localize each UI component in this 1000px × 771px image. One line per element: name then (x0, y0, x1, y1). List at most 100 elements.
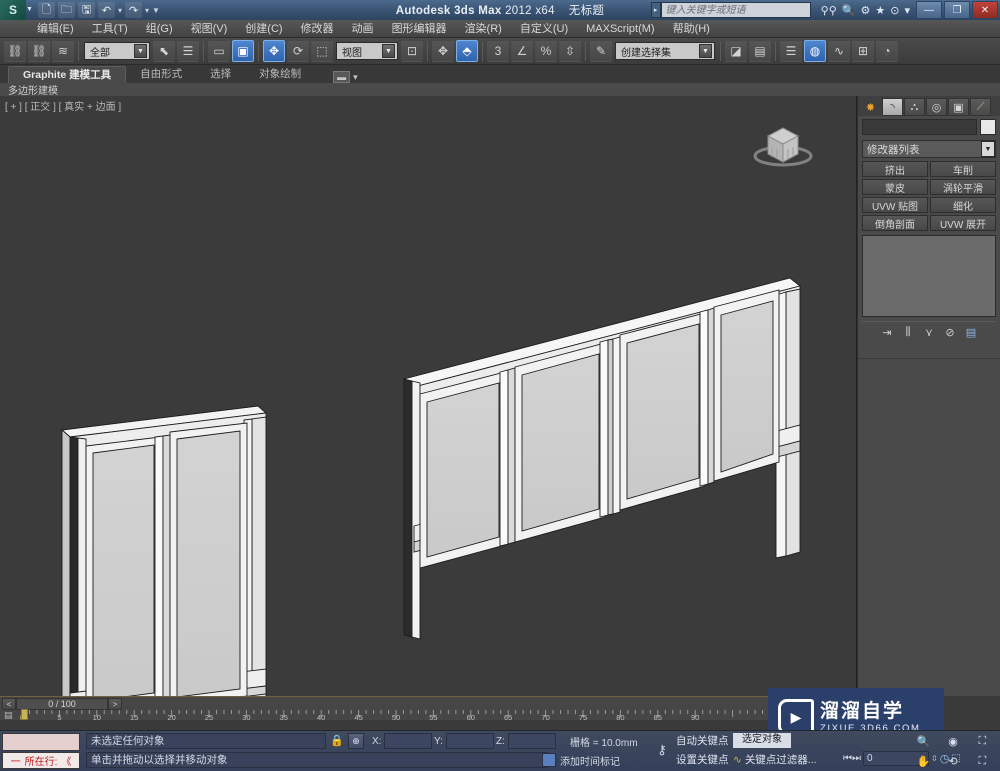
close-button[interactable]: ✕ (972, 1, 998, 19)
hierarchy-tab[interactable]: ⛬ (904, 98, 925, 116)
create-tab[interactable]: ✸ (860, 98, 881, 116)
customize-qat-icon[interactable]: ▼ (152, 6, 160, 15)
orbit-icon[interactable]: ⟲ (939, 752, 966, 770)
undo-icon[interactable]: ↶ (98, 2, 115, 18)
pan-view-icon[interactable]: ✋ (910, 752, 937, 770)
search-input[interactable]: 键入关键字或短语 (660, 2, 811, 18)
redo-icon[interactable]: ↷ (125, 2, 143, 18)
select-object-icon[interactable]: ⬉ (153, 40, 175, 62)
chevron-down-icon[interactable]: ▼ (699, 44, 712, 58)
new-file-icon[interactable]: 🗋 (38, 2, 55, 18)
reference-coordinate-system-dropdown[interactable]: 视图 ▼ (336, 42, 398, 60)
selection-lock-icon[interactable]: 🔒 (330, 734, 344, 747)
viewport-orthographic[interactable]: [ + ] [ 正交 ] [ 真实 + 边面 ] (0, 96, 857, 696)
maximize-viewport-icon[interactable]: ⛶ (969, 752, 996, 770)
chevron-down-icon[interactable]: ▼ (382, 44, 395, 58)
use-pivot-center-icon[interactable]: ⊡ (401, 40, 423, 62)
modify-tab[interactable]: ◝ (882, 98, 903, 116)
menu-item-edit[interactable]: 编辑(E) (28, 20, 83, 38)
coord-y-field[interactable] (445, 733, 494, 749)
render-setup-icon[interactable]: ◔ (876, 40, 898, 62)
time-tag-icon[interactable] (542, 753, 556, 767)
zoom-all-icon[interactable]: ◉ (939, 732, 966, 750)
favorites-star-icon[interactable]: ★ (875, 4, 885, 17)
menu-item-group[interactable]: 组(G) (137, 20, 182, 38)
configure-modifier-sets-icon[interactable]: ▤ (963, 325, 979, 341)
help-dropdown-icon[interactable]: ▾ (904, 4, 910, 17)
modifier-button-tessellate[interactable]: 细化 (930, 197, 996, 213)
modifier-button-unwrap-uvw[interactable]: UVW 展开 (930, 215, 996, 231)
next-frame-button[interactable]: > (108, 698, 122, 710)
schematic-view-icon[interactable]: ⊞ (852, 40, 874, 62)
subscription-icon[interactable]: ⚙ (861, 4, 871, 17)
select-and-manipulate-icon[interactable]: ✥ (432, 40, 454, 62)
app-logo-icon[interactable]: S (0, 0, 26, 20)
unlink-selection-icon[interactable]: ⛓ (28, 40, 50, 62)
selection-filter-dropdown[interactable]: 全部 ▼ (84, 42, 150, 60)
curve-editor-icon[interactable]: ∿ (828, 40, 850, 62)
ribbon-tab-graphite-modeling[interactable]: Graphite 建模工具 (8, 66, 127, 83)
menu-item-tools[interactable]: 工具(T) (83, 20, 137, 38)
material-editor-icon[interactable]: ◍ (804, 40, 826, 62)
auto-key-button[interactable]: 自动关键点 (676, 733, 729, 748)
undo-dropdown-icon[interactable]: ▾ (118, 6, 122, 15)
percent-snap-icon[interactable]: % (535, 40, 557, 62)
minimize-button[interactable]: — (916, 1, 942, 19)
object-name-field[interactable] (862, 119, 977, 135)
display-tab[interactable]: ▣ (948, 98, 969, 116)
modifier-button-turbosmooth[interactable]: 涡轮平滑 (930, 179, 996, 195)
add-time-tag[interactable]: 添加时间标记 (542, 752, 620, 768)
key-filters-button[interactable]: ∿ 关键点过滤器... (733, 752, 817, 767)
spinner-snap-icon[interactable]: ⇳ (559, 40, 581, 62)
ribbon-tab-selection[interactable]: 选择 (196, 66, 245, 83)
ribbon-tab-freeform[interactable]: 自由形式 (126, 66, 196, 83)
prev-frame-button[interactable]: < (2, 698, 16, 710)
key-mode-toggle-icon[interactable]: ⚷ (652, 733, 672, 767)
window-crossing-icon[interactable]: ▣ (232, 40, 254, 62)
menu-item-rendering[interactable]: 渲染(R) (456, 20, 511, 38)
redo-dropdown-icon[interactable]: ▾ (145, 6, 149, 15)
modifier-button-lathe[interactable]: 车削 (930, 161, 996, 177)
select-and-scale-icon[interactable]: ⬚ (311, 40, 333, 62)
make-unique-icon[interactable]: ⋎ (921, 325, 937, 341)
mirror-icon[interactable]: ◪ (725, 40, 747, 62)
rectangular-selection-region-icon[interactable]: ▭ (208, 40, 230, 62)
select-and-move-icon[interactable]: ✥ (263, 40, 285, 62)
named-selection-set-dropdown[interactable]: 创建选择集 ▼ (615, 42, 715, 60)
current-frame-display[interactable]: 0 / 100 (16, 698, 108, 710)
layer-manager-icon[interactable]: ☰ (780, 40, 802, 62)
menu-item-graph-editors[interactable]: 图形编辑器 (383, 20, 456, 38)
object-color-swatch[interactable] (980, 119, 996, 135)
menu-item-modifiers[interactable]: 修改器 (292, 20, 343, 38)
pin-stack-icon[interactable]: ⇥ (879, 325, 895, 341)
utilities-tab[interactable]: ⟋ (970, 98, 991, 116)
select-and-rotate-icon[interactable]: ⟳ (287, 40, 309, 62)
align-icon[interactable]: ▤ (749, 40, 771, 62)
go-to-start-icon[interactable]: ⏮⏭ (843, 753, 861, 764)
menu-item-help[interactable]: 帮助(H) (664, 20, 719, 38)
angle-snap-icon[interactable]: ∠ (511, 40, 533, 62)
modifier-button-uvw-map[interactable]: UVW 贴图 (862, 197, 928, 213)
menu-item-views[interactable]: 视图(V) (182, 20, 237, 38)
select-link-icon[interactable]: ⛓ (4, 40, 26, 62)
save-file-icon[interactable]: 🖫 (78, 2, 95, 18)
zoom-icon[interactable]: 🔍 (910, 732, 937, 750)
viewcube-icon[interactable] (748, 112, 818, 174)
chevron-down-icon[interactable]: ▼ (981, 141, 995, 157)
modifier-button-bevel-profile[interactable]: 倒角剖面 (862, 215, 928, 231)
set-key-button[interactable]: 设置关键点 (676, 752, 729, 767)
edit-named-selection-sets-icon[interactable]: ✎ (590, 40, 612, 62)
zoom-extents-icon[interactable]: ⛶ (969, 732, 996, 750)
menu-item-customize[interactable]: 自定义(U) (511, 20, 577, 38)
keyboard-shortcut-override-icon[interactable]: ⬘ (456, 40, 478, 62)
remove-modifier-icon[interactable]: ⊘ (942, 325, 958, 341)
selected-object-filter-dropdown[interactable]: 选定对象 (733, 733, 791, 748)
app-menu-caret-icon[interactable]: ▼ (26, 0, 34, 20)
ribbon-display-icon[interactable]: ▬ (333, 71, 351, 83)
chevron-down-icon[interactable]: ▾ (353, 72, 358, 83)
select-by-name-icon[interactable]: ☰ (177, 40, 199, 62)
chevron-down-icon[interactable]: ▼ (134, 44, 147, 58)
search-expand-icon[interactable]: ▸ (650, 2, 661, 18)
search-binoculars-icon[interactable]: ⚲⚲ (821, 4, 837, 17)
show-end-result-icon[interactable]: ⫼ (900, 325, 916, 341)
